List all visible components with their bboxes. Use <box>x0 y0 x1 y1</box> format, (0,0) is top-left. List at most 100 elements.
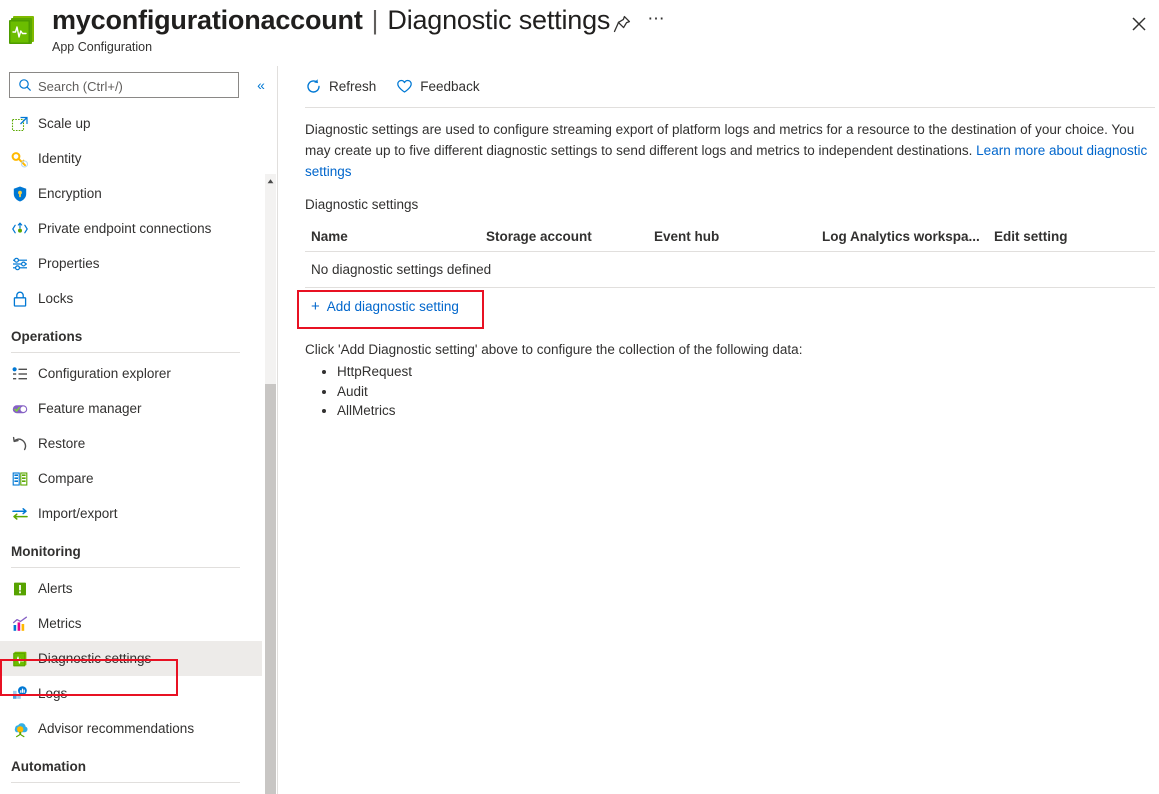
sidebar-group-title: Automation <box>11 759 278 774</box>
sidebar-item-label: Private endpoint connections <box>38 221 211 236</box>
search-input[interactable] <box>36 73 238 99</box>
sidebar-nav-list: Scale up Identity Encryption Private endpoi… <box>0 106 278 794</box>
metrics-chart-icon <box>11 615 38 633</box>
refresh-label: Refresh <box>329 79 376 94</box>
list-item: Audit <box>337 382 412 402</box>
sidebar-item-label: Properties <box>38 256 100 271</box>
diagnostic-settings-icon <box>11 650 38 668</box>
search-box[interactable] <box>9 72 239 98</box>
sidebar-group-operations: Operations <box>0 316 278 346</box>
sidebar-item-diagnostic-settings[interactable]: Diagnostic settings <box>0 641 262 676</box>
sidebar-item-label: Logs <box>38 686 67 701</box>
add-diagnostic-setting-label: Add diagnostic setting <box>327 299 459 314</box>
column-header-name: Name <box>305 229 480 244</box>
sidebar-item-encryption[interactable]: Encryption <box>0 176 262 211</box>
alerts-icon <box>11 580 38 598</box>
list-item: AllMetrics <box>337 401 412 421</box>
sidebar-group-automation: Automation <box>0 746 278 776</box>
heart-icon <box>396 78 413 95</box>
private-endpoint-icon <box>11 220 38 238</box>
resource-type-label: App Configuration <box>52 40 152 54</box>
refresh-icon <box>305 78 322 95</box>
compare-icon <box>11 470 38 488</box>
sidebar-search-row: « <box>0 72 278 104</box>
sidebar-item-label: Alerts <box>38 581 73 596</box>
sidebar-item-properties[interactable]: Properties <box>0 246 262 281</box>
lock-icon <box>11 290 38 308</box>
pin-icon[interactable] <box>611 13 633 35</box>
sidebar-item-metrics[interactable]: Metrics <box>0 606 262 641</box>
table-header-row: Name Storage account Event hub Log Analy… <box>305 221 1155 251</box>
main-content: Refresh Feedback Diagnostic settings are… <box>279 66 1159 794</box>
page-name: Diagnostic settings <box>387 5 610 36</box>
sidebar-item-label: Configuration explorer <box>38 366 171 381</box>
sidebar-item-restore[interactable]: Restore <box>0 426 262 461</box>
sidebar: « Scale up Identity Encryption Private endp… <box>0 66 278 794</box>
feedback-button[interactable]: Feedback <box>396 72 479 100</box>
sidebar-item-alerts[interactable]: Alerts <box>0 571 262 606</box>
sidebar-item-label: Locks <box>38 291 73 306</box>
sidebar-item-label: Scale up <box>38 116 91 131</box>
refresh-button[interactable]: Refresh <box>305 72 376 100</box>
key-icon <box>11 150 38 168</box>
sidebar-item-compare[interactable]: Compare <box>0 461 262 496</box>
restore-undo-icon <box>11 435 38 453</box>
sidebar-group-divider <box>11 352 240 353</box>
hint-text: Click 'Add Diagnostic setting' above to … <box>305 342 802 357</box>
sidebar-group-title: Monitoring <box>11 544 278 559</box>
scale-up-icon <box>11 115 38 133</box>
search-icon <box>18 78 32 92</box>
sidebar-item-label: Diagnostic settings <box>38 651 151 666</box>
list-item: HttpRequest <box>337 362 412 382</box>
advisor-icon <box>11 720 38 738</box>
sidebar-item-label: Advisor recommendations <box>38 721 194 736</box>
configuration-explorer-icon <box>11 365 38 383</box>
sidebar-item-label: Identity <box>38 151 82 166</box>
title-separator: | <box>372 5 379 36</box>
sidebar-scrollbar[interactable] <box>265 174 276 794</box>
import-export-arrows-icon <box>11 505 38 523</box>
command-bar: Refresh Feedback <box>279 66 1159 106</box>
toggle-icon <box>11 400 38 418</box>
close-icon[interactable] <box>1126 11 1152 37</box>
add-diagnostic-setting-button[interactable]: + Add diagnostic setting <box>311 299 459 314</box>
page-title: myconfigurationaccount | Diagnostic sett… <box>52 5 610 36</box>
table-empty-row: No diagnostic settings defined <box>305 252 1155 287</box>
column-header-event-hub: Event hub <box>648 229 816 244</box>
sidebar-item-label: Encryption <box>38 186 102 201</box>
chevron-double-left-icon[interactable]: « <box>252 76 270 94</box>
sidebar-group-title: Operations <box>11 329 278 344</box>
resource-name: myconfigurationaccount <box>52 5 363 36</box>
sidebar-item-advisor-recommendations[interactable]: Advisor recommendations <box>0 711 262 746</box>
feedback-label: Feedback <box>420 79 479 94</box>
sidebar-group-divider <box>11 782 240 783</box>
sidebar-item-label: Compare <box>38 471 94 486</box>
sidebar-item-scale-up[interactable]: Scale up <box>0 106 262 141</box>
sidebar-item-label: Import/export <box>38 506 118 521</box>
ellipsis-icon[interactable]: ⋯ <box>645 12 667 34</box>
sidebar-group-monitoring: Monitoring <box>0 531 278 561</box>
app-configuration-icon <box>9 14 39 46</box>
sidebar-item-private-endpoint-connections[interactable]: Private endpoint connections <box>0 211 262 246</box>
sidebar-item-locks[interactable]: Locks <box>0 281 262 316</box>
sidebar-item-label: Restore <box>38 436 85 451</box>
section-label: Diagnostic settings <box>305 197 418 212</box>
sidebar-item-import-export[interactable]: Import/export <box>0 496 262 531</box>
sidebar-item-logs[interactable]: Logs <box>0 676 262 711</box>
scroll-up-arrow-icon[interactable] <box>265 174 276 185</box>
sidebar-item-label: Feature manager <box>38 401 142 416</box>
sidebar-item-label: Metrics <box>38 616 82 631</box>
sidebar-divider <box>277 66 278 794</box>
diagnostic-settings-table: Name Storage account Event hub Log Analy… <box>305 221 1155 325</box>
column-header-log-analytics-workspace: Log Analytics workspa... <box>816 229 988 244</box>
plus-icon: + <box>311 299 320 314</box>
scrollbar-thumb[interactable] <box>265 384 276 794</box>
sidebar-item-configuration-explorer[interactable]: Configuration explorer <box>0 356 262 391</box>
add-row: + Add diagnostic setting <box>305 288 1155 325</box>
collected-data-list: HttpRequestAuditAllMetrics <box>305 362 412 421</box>
sidebar-item-feature-manager[interactable]: Feature manager <box>0 391 262 426</box>
column-header-storage-account: Storage account <box>480 229 648 244</box>
properties-sliders-icon <box>11 255 38 273</box>
page-header: myconfigurationaccount | Diagnostic sett… <box>0 0 1159 66</box>
sidebar-item-identity[interactable]: Identity <box>0 141 262 176</box>
